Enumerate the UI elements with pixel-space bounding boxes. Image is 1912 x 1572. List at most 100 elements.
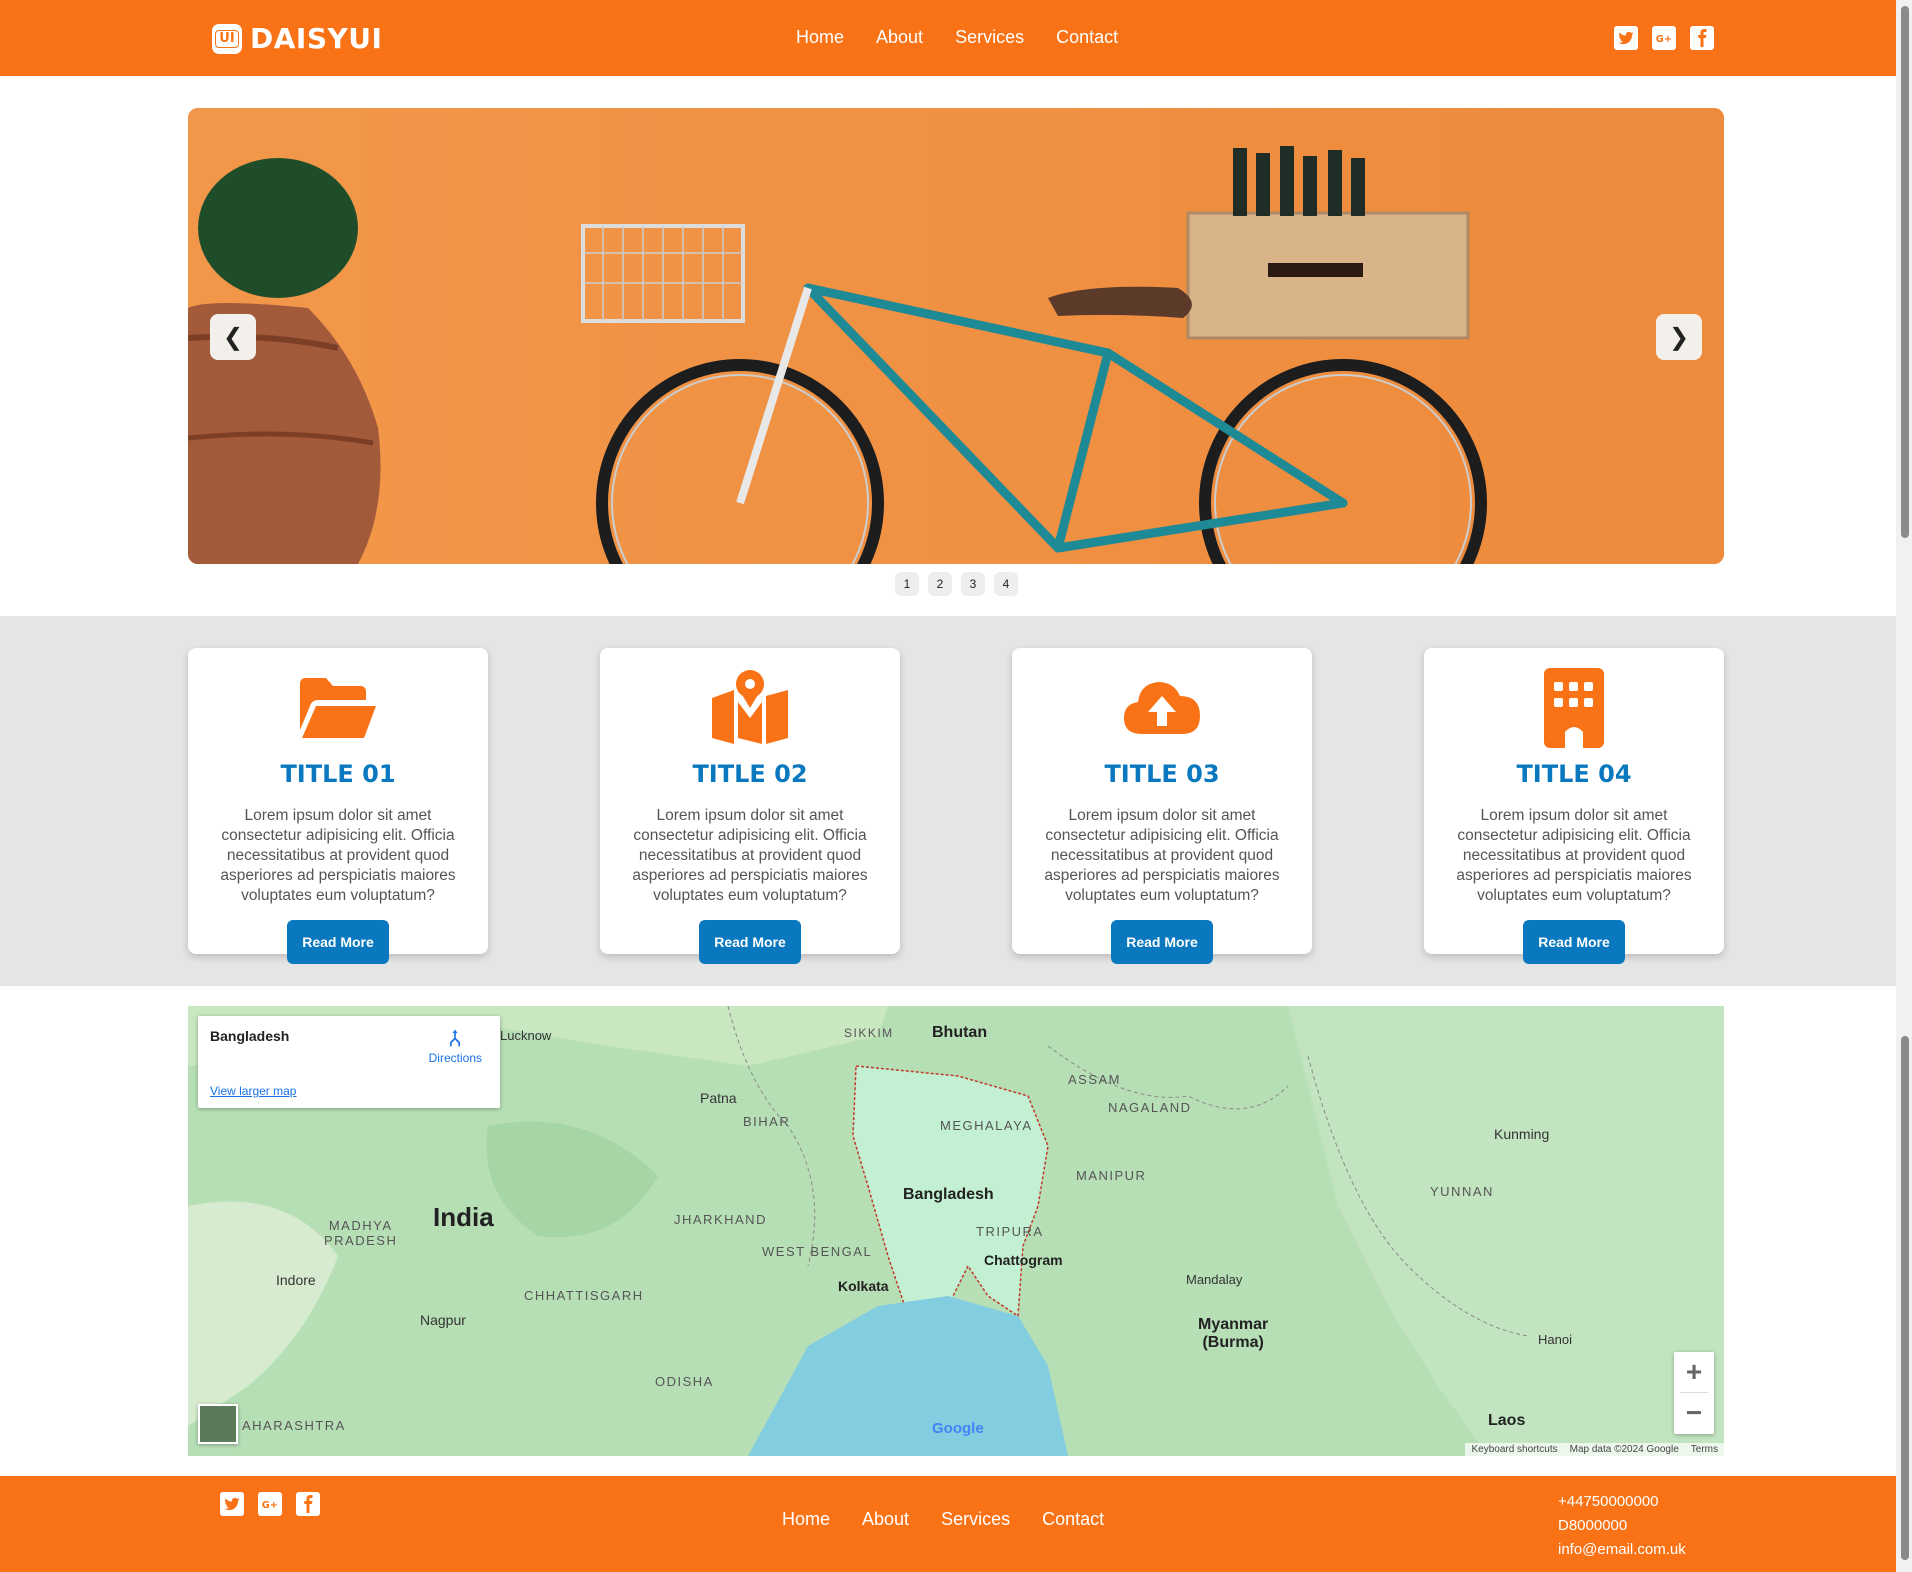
slide-3-button[interactable]: 3 — [961, 572, 985, 596]
map-label-assam: ASSAM — [1068, 1072, 1122, 1087]
map-label-kunming: Kunming — [1494, 1126, 1550, 1142]
map-label-bhutan: Bhutan — [932, 1024, 988, 1041]
footer-home-link[interactable]: Home — [782, 1509, 830, 1530]
map-label-sikkim: SIKKIM — [844, 1026, 894, 1040]
read-more-button[interactable]: Read More — [1111, 920, 1213, 964]
slide-1-button[interactable]: 1 — [895, 572, 919, 596]
cloud-upload-icon — [1124, 682, 1200, 734]
map-label-bangladesh: Bangladesh — [903, 1186, 994, 1203]
google-plus-icon[interactable]: G+ — [258, 1492, 282, 1516]
main-nav: Home About Services Contact — [796, 27, 1118, 48]
hero-carousel: ❮ ❯ — [188, 108, 1724, 564]
folder-open-icon — [300, 678, 376, 738]
feature-card: TITLE 04 Lorem ipsum dolor sit amet cons… — [1424, 648, 1724, 964]
facebook-icon[interactable] — [296, 1492, 320, 1516]
embedded-map[interactable]: India Bangladesh Myanmar (Burma) Bhutan … — [188, 1006, 1724, 1456]
inner-scrollbar-thumb[interactable] — [1901, 1036, 1909, 1560]
satellite-toggle-button[interactable] — [198, 1404, 238, 1444]
page-scrollbar[interactable] — [1896, 0, 1912, 1572]
nav-services-link[interactable]: Services — [955, 27, 1024, 48]
map-label-jharkhand: JHARKHAND — [674, 1212, 767, 1227]
directions-button[interactable]: Directions — [429, 1028, 482, 1065]
feature-card: TITLE 03 Lorem ipsum dolor sit amet cons… — [1012, 648, 1312, 964]
zoom-in-button[interactable]: + — [1674, 1352, 1714, 1392]
contact-phone: +44750000000 — [1558, 1493, 1659, 1510]
card-title: TITLE 02 — [692, 760, 808, 788]
map-place-name: Bangladesh — [210, 1028, 290, 1044]
map-data-label: Map data ©2024 Google — [1569, 1444, 1679, 1455]
map-label-lucknow: Lucknow — [500, 1028, 552, 1043]
svg-text:G+: G+ — [1656, 34, 1672, 45]
keyboard-shortcuts-link[interactable]: Keyboard shortcuts — [1471, 1444, 1557, 1455]
facebook-icon[interactable] — [1690, 26, 1714, 50]
card-title: TITLE 01 — [280, 760, 396, 788]
card-text: Lorem ipsum dolor sit amet consectetur a… — [1044, 807, 1280, 904]
read-more-button[interactable]: Read More — [699, 920, 801, 964]
contact-info: +44750000000 D8000000 info@email.com.uk — [1558, 1490, 1686, 1562]
map-label-odisha: ODISHA — [655, 1374, 714, 1389]
card-title: TITLE 03 — [1104, 760, 1220, 788]
bicycle-slide-image — [188, 108, 1724, 564]
nav-about-link[interactable]: About — [876, 27, 923, 48]
map-label-nagaland: NAGALAND — [1108, 1100, 1192, 1115]
google-plus-icon[interactable]: G+ — [1652, 26, 1676, 50]
directions-label: Directions — [428, 1051, 482, 1065]
logo-badge-icon: UI — [212, 23, 242, 54]
nav-contact-link[interactable]: Contact — [1056, 27, 1118, 48]
footer-contact-link[interactable]: Contact — [1042, 1509, 1104, 1530]
nav-home-link[interactable]: Home — [796, 27, 844, 48]
logo[interactable]: UI DAISYUI — [212, 22, 382, 55]
read-more-button[interactable]: Read More — [1523, 920, 1625, 964]
map-label-kolkata: Kolkata — [838, 1278, 889, 1294]
map-label-chattogram: Chattogram — [984, 1252, 1063, 1268]
carousel-pagination: 1 2 3 4 — [895, 572, 1018, 596]
map-label-bihar: BIHAR — [743, 1114, 791, 1129]
map-label-indore: Indore — [276, 1272, 316, 1288]
contact-code: D8000000 — [1558, 1517, 1628, 1534]
feature-card: TITLE 02 Lorem ipsum dolor sit amet cons… — [600, 648, 900, 964]
map-label-chhattisgarh: CHHATTISGARH — [524, 1288, 644, 1303]
google-logo: Google — [932, 1420, 984, 1437]
carousel-prev-button[interactable]: ❮ — [210, 314, 256, 360]
logo-badge-text: UI — [215, 29, 239, 48]
footer-social: G+ — [220, 1492, 320, 1516]
map-label-yunnan: YUNNAN — [1430, 1184, 1494, 1199]
map-label-nagpur: Nagpur — [420, 1312, 466, 1328]
carousel-next-button[interactable]: ❯ — [1656, 314, 1702, 360]
feature-card: TITLE 01 Lorem ipsum dolor sit amet cons… — [188, 648, 488, 964]
map-label-tripura: TRIPURA — [976, 1224, 1044, 1239]
footer-services-link[interactable]: Services — [941, 1509, 1010, 1530]
map-label-maharashtra: AHARASHTRA — [242, 1418, 346, 1433]
building-icon — [1544, 668, 1604, 748]
map-label-mandalay: Mandalay — [1186, 1272, 1243, 1287]
footer-about-link[interactable]: About — [862, 1509, 909, 1530]
read-more-button[interactable]: Read More — [287, 920, 389, 964]
zoom-out-button[interactable]: − — [1674, 1393, 1714, 1433]
map-label-myanmar: Myanmar (Burma) — [1198, 1316, 1269, 1351]
map-label-hanoi: Hanoi — [1538, 1332, 1572, 1347]
terms-link[interactable]: Terms — [1691, 1444, 1718, 1455]
twitter-icon[interactable] — [220, 1492, 244, 1516]
contact-email[interactable]: info@email.com.uk — [1558, 1538, 1686, 1562]
card-title: TITLE 04 — [1516, 760, 1632, 788]
scrollbar-thumb[interactable] — [1901, 6, 1909, 538]
twitter-icon[interactable] — [1614, 26, 1638, 50]
brand-name: DAISYUI — [250, 22, 383, 55]
view-larger-map-link[interactable]: View larger map — [210, 1084, 296, 1098]
map-pin-icon — [712, 670, 788, 744]
svg-text:G+: G+ — [262, 1500, 278, 1511]
slide-2-button[interactable]: 2 — [928, 572, 952, 596]
map-label-laos: Laos — [1488, 1412, 1526, 1429]
map-label-west-bengal: WEST BENGAL — [762, 1244, 873, 1259]
map-place-card: Bangladesh Directions View larger map — [198, 1016, 500, 1108]
footer-nav: Home About Services Contact — [782, 1509, 1104, 1530]
map-label-patna: Patna — [700, 1090, 737, 1106]
map-label-madhya-pradesh: MADHYA PRADESH — [324, 1218, 398, 1248]
zoom-controls: + − — [1674, 1352, 1714, 1434]
map-label-manipur: MANIPUR — [1076, 1168, 1147, 1183]
directions-icon — [450, 1029, 461, 1047]
header-social: G+ — [1614, 26, 1714, 50]
site-header: UI DAISYUI Home About Services Contact G… — [0, 0, 1896, 76]
slide-4-button[interactable]: 4 — [994, 572, 1018, 596]
card-text: Lorem ipsum dolor sit amet consectetur a… — [1456, 807, 1692, 904]
